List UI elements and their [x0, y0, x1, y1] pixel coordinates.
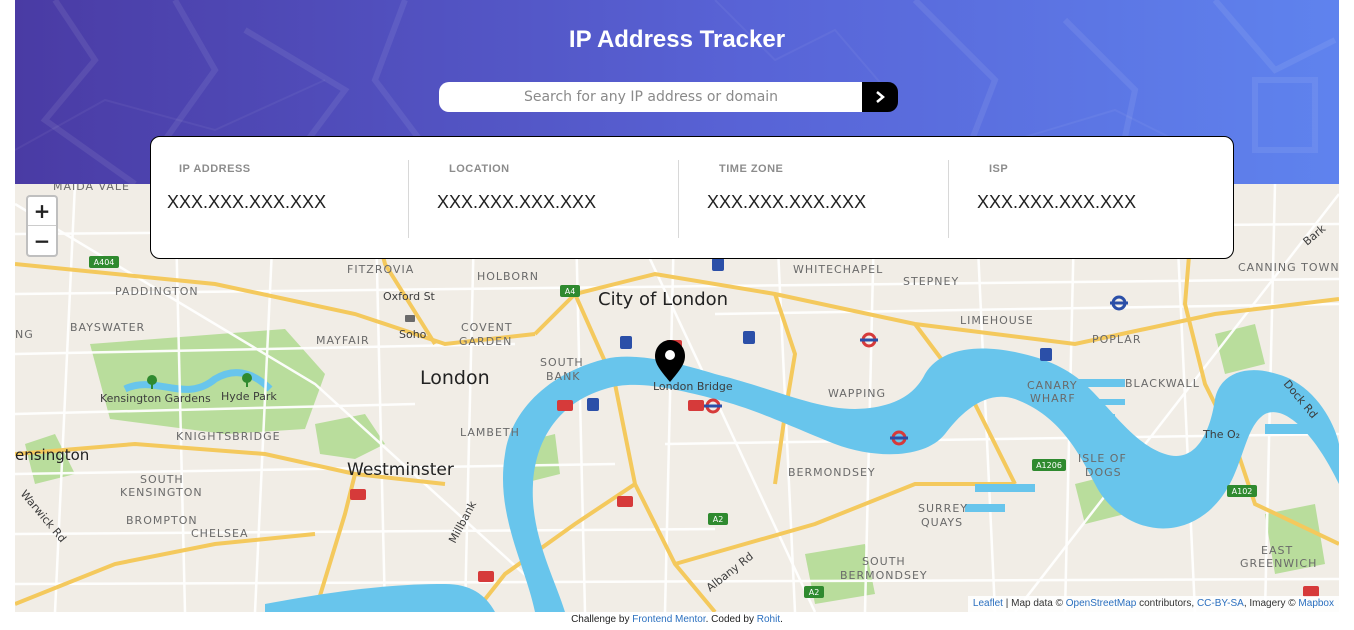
- map-label-ng: NG: [15, 328, 34, 341]
- divider: [678, 160, 679, 238]
- map-label-london: London: [420, 367, 490, 389]
- camera-icon: [405, 315, 415, 322]
- search-input[interactable]: [439, 82, 863, 112]
- map-label-south-kensington-2: KENSINGTON: [120, 486, 203, 499]
- map-label-a2: A2: [713, 515, 724, 524]
- map-label-bank: BANK: [546, 370, 581, 383]
- map-label-quays: QUAYS: [921, 516, 963, 529]
- map-label-poplar: POPLAR: [1092, 333, 1141, 346]
- map-label-blackwall: BLACKWALL: [1125, 377, 1200, 390]
- map-label-south: SOUTH: [540, 356, 584, 369]
- footer: Challenge by Frontend Mentor. Coded by R…: [0, 614, 1354, 625]
- divider: [948, 160, 949, 238]
- map-label-garden: GARDEN: [459, 335, 512, 348]
- map-label-oxford-st: Oxford St: [383, 290, 436, 303]
- map-label-holborn: HOLBORN: [477, 270, 539, 283]
- map-label-city-of-london: City of London: [598, 289, 728, 310]
- search-submit-button[interactable]: [862, 82, 898, 112]
- footer-text: . Coded by: [705, 614, 757, 625]
- search-form: [439, 82, 898, 112]
- info-isp: ISP XXX.XXX.XXX.XXX: [961, 137, 1231, 258]
- map-label-isle-of: ISLE OF: [1078, 452, 1127, 465]
- map-label-canning-town: CANNING TOWN: [1238, 261, 1339, 274]
- frontend-mentor-link[interactable]: Frontend Mentor: [632, 614, 705, 625]
- leaflet-link[interactable]: Leaflet: [973, 598, 1003, 609]
- map-label-bayswater: BAYSWATER: [70, 321, 145, 334]
- divider: [408, 160, 409, 238]
- info-value: XXX.XXX.XXX.XXX: [437, 192, 597, 212]
- map-label-greenwich: GREENWICH: [1240, 557, 1317, 570]
- map-label-south-kensington-1: SOUTH: [140, 473, 184, 486]
- info-label: TIME ZONE: [719, 163, 784, 175]
- map-label-covent: COVENT: [461, 321, 513, 334]
- footer-text: Challenge by: [571, 614, 633, 625]
- map-label-london-bridge: London Bridge: [653, 380, 733, 393]
- map-label-south-bermondsey-1: SOUTH: [862, 555, 906, 568]
- info-label: LOCATION: [449, 163, 510, 175]
- map-label-limehouse: LIMEHOUSE: [960, 314, 1034, 327]
- map-label-the-o2: The O₂: [1202, 428, 1240, 441]
- map-label-kensington: ensington: [15, 446, 89, 464]
- map-label-bermondsey: BERMONDSEY: [788, 466, 876, 479]
- map-label-soho: Soho: [399, 328, 427, 341]
- map-label-south-bermondsey-2: BERMONDSEY: [840, 569, 928, 582]
- attribution-text: contributors,: [1136, 598, 1197, 609]
- map-label-wapping: WAPPING: [828, 387, 886, 400]
- map-label-a2-2: A2: [809, 588, 820, 597]
- info-location: LOCATION XXX.XXX.XXX.XXX: [421, 137, 691, 258]
- map-label-surrey: SURREY: [918, 502, 968, 515]
- app: IP Address Tracker Search for any IP add…: [15, 0, 1339, 612]
- map-label-wharf: WHARF: [1030, 392, 1076, 405]
- info-ip-address: IP ADDRESS XXX.XXX.XXX.XXX: [151, 137, 421, 258]
- map-label-mayfair: MAYFAIR: [316, 334, 370, 347]
- info-label: ISP: [989, 163, 1009, 175]
- mapbox-link[interactable]: Mapbox: [1298, 598, 1334, 609]
- map-label-canary: CANARY: [1027, 379, 1078, 392]
- info-value: XXX.XXX.XXX.XXX: [707, 192, 867, 212]
- openstreetmap-link[interactable]: OpenStreetMap: [1066, 598, 1137, 609]
- zoom-control: + −: [26, 195, 58, 257]
- zoom-out-button[interactable]: −: [28, 226, 56, 255]
- chevron-right-icon: [876, 91, 885, 103]
- map-label-a1206: A1206: [1036, 461, 1062, 470]
- map-label-lambeth: LAMBETH: [460, 426, 520, 439]
- zoom-in-button[interactable]: +: [28, 197, 56, 226]
- map-label-brompton: BROMPTON: [126, 514, 198, 527]
- map-label-fitzrovia: FITZROVIA: [347, 263, 414, 276]
- map-label-dogs: DOGS: [1085, 466, 1122, 479]
- info-value: XXX.XXX.XXX.XXX: [977, 192, 1137, 212]
- map-label-paddington: PADDINGTON: [115, 285, 199, 298]
- info-label: IP ADDRESS: [179, 163, 251, 175]
- info-value: XXX.XXX.XXX.XXX: [167, 192, 327, 212]
- info-time-zone: TIME ZONE XXX.XXX.XXX.XXX: [691, 137, 961, 258]
- cc-by-sa-link[interactable]: CC-BY-SA: [1197, 598, 1244, 609]
- map-attribution: Leaflet | Map data © OpenStreetMap contr…: [967, 596, 1339, 612]
- map-label-a4: A4: [565, 287, 576, 296]
- map-label-maida-vale: MAIDA VALE: [53, 184, 130, 193]
- map-label-kensington-gardens: Kensington Gardens: [100, 392, 211, 405]
- info-panel: IP ADDRESS XXX.XXX.XXX.XXX LOCATION XXX.…: [150, 136, 1234, 259]
- map-label-a102: A102: [1232, 487, 1253, 496]
- map-label-knightsbridge: KNIGHTSBRIDGE: [176, 430, 281, 443]
- footer-text: .: [780, 614, 783, 625]
- attribution-text: | Map data ©: [1002, 598, 1066, 609]
- attribution-text: , Imagery ©: [1243, 598, 1299, 609]
- map-label-hyde-park: Hyde Park: [221, 390, 277, 403]
- page-title: IP Address Tracker: [568, 26, 786, 53]
- author-link[interactable]: Rohit: [757, 614, 780, 625]
- map-label-whitechapel: WHITECHAPEL: [793, 263, 883, 276]
- map-label-stepney: STEPNEY: [903, 275, 959, 288]
- map-label-a404: A404: [94, 258, 115, 267]
- map-label-chelsea: CHELSEA: [191, 527, 249, 540]
- map-label-westminster: Westminster: [347, 460, 454, 480]
- map-label-east: EAST: [1261, 544, 1293, 557]
